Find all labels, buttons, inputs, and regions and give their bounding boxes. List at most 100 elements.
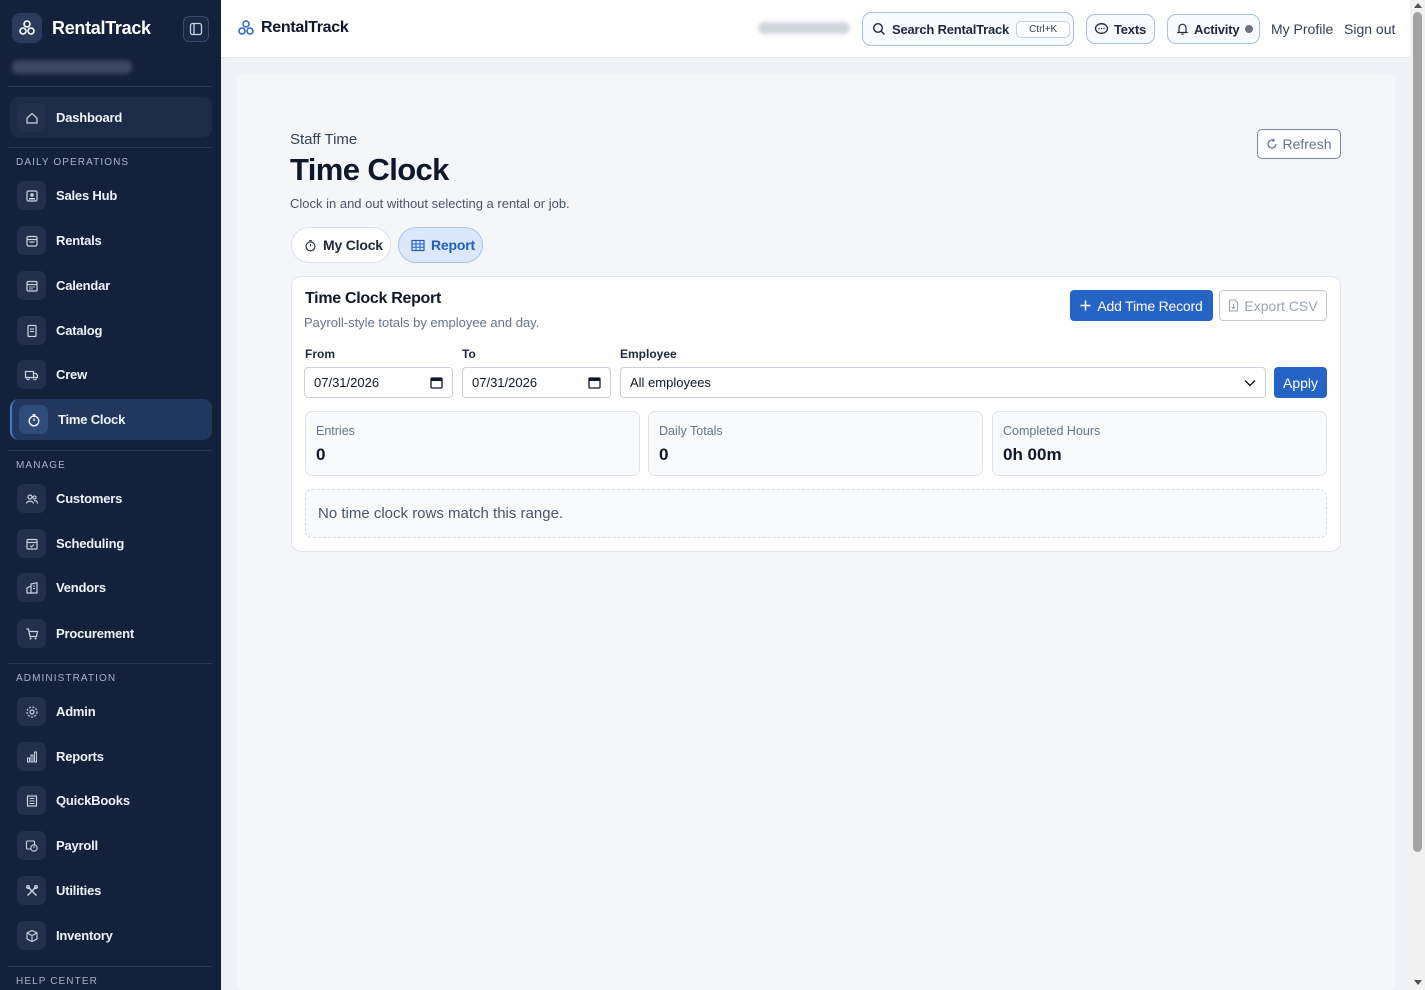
- sidebar-item-dashboard[interactable]: Dashboard: [10, 97, 212, 138]
- table-icon: [411, 239, 425, 251]
- apply-label: Apply: [1282, 374, 1319, 391]
- sidebar-item-utilities[interactable]: Utilities: [10, 870, 212, 911]
- search-button[interactable]: Search RentalTrack Ctrl+K: [862, 12, 1074, 46]
- stat-label: Daily Totals: [659, 424, 723, 438]
- ledger-icon: [17, 786, 46, 815]
- add-label: Add Time Record: [1097, 297, 1203, 314]
- top-header: RentalTrack Search RentalTrack Ctrl+K Te…: [221, 0, 1410, 58]
- sidebar-item-time-clock[interactable]: Time Clock: [10, 399, 212, 440]
- bell-icon: [1176, 23, 1189, 35]
- scroll-down-arrow-icon[interactable]: [1414, 980, 1422, 985]
- file-download-icon: [1229, 299, 1239, 312]
- add-time-record-button[interactable]: Add Time Record: [1070, 290, 1213, 321]
- export-csv-button[interactable]: Export CSV: [1219, 290, 1327, 321]
- stopwatch-icon: [305, 239, 316, 251]
- calendar-icon[interactable]: [430, 376, 443, 389]
- stopwatch-icon: [19, 405, 48, 434]
- empty-state-message: No time clock rows match this range.: [305, 489, 1327, 538]
- user-name-redacted: [758, 22, 850, 34]
- employee-select-value: All employees: [630, 375, 711, 390]
- page-eyebrow: Staff Time: [290, 131, 358, 148]
- sidebar-item-customers[interactable]: Customers: [10, 478, 212, 519]
- sidebar-item-vendors[interactable]: Vendors: [10, 567, 212, 608]
- bar-chart-icon: [17, 742, 46, 771]
- sidebar-item-sales-hub[interactable]: Sales Hub: [10, 175, 212, 216]
- sidebar-item-label: Rentals: [56, 233, 102, 248]
- section-label-help-center: HELP CENTER: [16, 976, 98, 987]
- tab-label: My Clock: [323, 237, 383, 253]
- tab-report[interactable]: Report: [398, 227, 483, 263]
- rentaltrack-logo-icon: [238, 20, 254, 35]
- section-label-manage: MANAGE: [16, 460, 66, 471]
- sidebar-item-quickbooks[interactable]: QuickBooks: [10, 780, 212, 821]
- my-profile-link[interactable]: My Profile: [1271, 21, 1333, 37]
- export-label: Export CSV: [1244, 297, 1318, 314]
- divider: [8, 147, 212, 148]
- collapse-sidebar-button[interactable]: [183, 16, 209, 42]
- sidebar-item-inventory[interactable]: Inventory: [10, 915, 212, 956]
- tab-my-clock[interactable]: My Clock: [291, 227, 391, 263]
- sidebar-item-procurement[interactable]: Procurement: [10, 613, 212, 654]
- stat-label: Completed Hours: [1003, 424, 1101, 438]
- sidebar-item-label: Calendar: [56, 278, 111, 293]
- scroll-up-arrow-icon[interactable]: [1414, 3, 1422, 8]
- report-title: Time Clock Report: [305, 290, 441, 307]
- sign-out-link[interactable]: Sign out: [1344, 21, 1395, 37]
- to-date-input[interactable]: 07/31/2026: [462, 367, 611, 398]
- calendar-icon: [17, 271, 46, 300]
- calendar-icon[interactable]: [588, 376, 601, 389]
- sidebar-item-reports[interactable]: Reports: [10, 736, 212, 777]
- sidebar-item-label: Vendors: [56, 580, 106, 595]
- from-date-input[interactable]: 07/31/2026: [304, 367, 453, 398]
- sidebar-item-catalog[interactable]: Catalog: [10, 310, 212, 351]
- sidebar-item-label: Dashboard: [56, 110, 123, 125]
- sidebar-item-label: QuickBooks: [56, 793, 130, 808]
- report-subtitle: Payroll-style totals by employee and day…: [304, 315, 540, 330]
- from-date-value: 07/31/2026: [314, 375, 380, 390]
- apply-button[interactable]: Apply: [1274, 367, 1327, 398]
- header-brand-name: RentalTrack: [261, 19, 349, 36]
- home-icon: [17, 103, 46, 132]
- header-brand[interactable]: RentalTrack: [237, 19, 349, 37]
- box-icon: [17, 921, 46, 950]
- section-label-daily: DAILY OPERATIONS: [16, 157, 130, 168]
- activity-status-dot: [1245, 25, 1254, 33]
- sidebar-item-calendar[interactable]: Calendar: [10, 265, 212, 306]
- account-name-redacted: [12, 60, 132, 74]
- sales-hub-icon: [17, 181, 46, 210]
- rentals-icon: [17, 226, 46, 255]
- activity-label: Activity: [1194, 21, 1240, 37]
- to-label: To: [462, 347, 476, 361]
- employee-select[interactable]: All employees: [620, 367, 1266, 398]
- tab-label: Report: [431, 237, 475, 253]
- sidebar-item-label: Admin: [56, 704, 96, 719]
- divider: [8, 86, 212, 87]
- sidebar-item-label: Payroll: [56, 838, 98, 853]
- activity-button[interactable]: Activity: [1167, 14, 1260, 44]
- sidebar-item-label: Utilities: [56, 883, 102, 898]
- page-subtitle: Clock in and out without selecting a ren…: [290, 196, 570, 211]
- page-scrollbar[interactable]: [1410, 0, 1425, 990]
- sidebar-item-rentals[interactable]: Rentals: [10, 220, 212, 261]
- cart-icon: [17, 619, 46, 648]
- sidebar-item-label: Inventory: [56, 928, 113, 943]
- chevron-down-icon: [1244, 379, 1256, 386]
- refresh-button[interactable]: Refresh: [1257, 129, 1341, 159]
- stat-completed-hours: Completed Hours 0h 00m: [992, 411, 1327, 476]
- texts-button[interactable]: Texts: [1086, 14, 1155, 44]
- sidebar-item-label: Reports: [56, 749, 104, 764]
- truck-icon: [17, 360, 46, 389]
- search-label: Search RentalTrack: [892, 21, 1010, 37]
- sidebar-item-admin[interactable]: Admin: [10, 691, 212, 732]
- scroll-thumb[interactable]: [1413, 12, 1422, 852]
- stat-label: Entries: [316, 424, 355, 438]
- sidebar-item-label: Procurement: [56, 626, 134, 641]
- to-date-value: 07/31/2026: [472, 375, 538, 390]
- users-icon: [17, 484, 46, 513]
- sidebar-item-payroll[interactable]: Payroll: [10, 825, 212, 866]
- tools-icon: [17, 876, 46, 905]
- employee-label: Employee: [620, 347, 677, 361]
- sidebar-brand[interactable]: RentalTrack: [12, 13, 151, 43]
- sidebar-item-scheduling[interactable]: Scheduling: [10, 523, 212, 564]
- sidebar-item-crew[interactable]: Crew: [10, 354, 212, 395]
